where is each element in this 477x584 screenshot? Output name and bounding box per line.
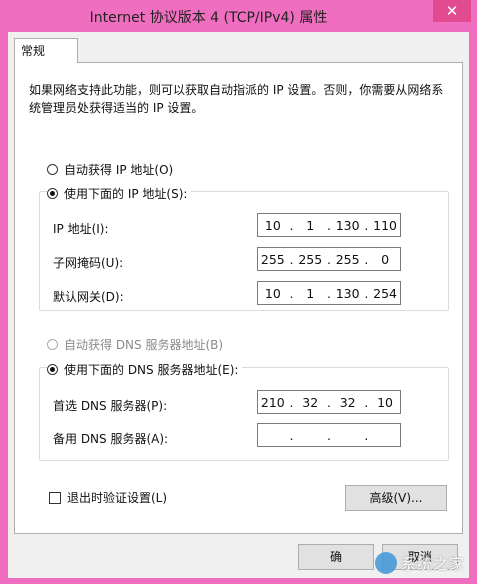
default-gateway-label: 默认网关(D): — [53, 290, 124, 304]
ip-address-input[interactable]: 10. 1. 130. 110 — [257, 213, 401, 237]
ip-octet: 130 — [335, 217, 360, 233]
radio-auto-dns-indicator[interactable] — [47, 339, 58, 350]
ip-octet: 32 — [302, 394, 319, 410]
octet-dot: . — [326, 217, 331, 233]
preferred-dns-input[interactable]: 210. 32. 32. 10 — [257, 390, 401, 414]
validate-on-exit-checkbox[interactable] — [49, 491, 61, 504]
ip-octet: 254 — [373, 285, 397, 301]
ip-octet: 255 — [298, 251, 323, 267]
window-title: Internet 协议版本 4 (TCP/IPv4) 属性 — [89, 10, 328, 26]
octet-dot: . — [326, 394, 331, 410]
tab-panel-general: 如果网络支持此功能，则可以获取自动指派的 IP 设置。否则，你需要从网络系统管理… — [14, 62, 463, 534]
octet-dot: . — [326, 427, 331, 443]
octet-dot: . — [364, 251, 369, 267]
ip-octet: 10 — [264, 285, 281, 301]
octet-dot: . — [364, 427, 369, 443]
close-icon: ✕ — [445, 2, 459, 20]
octet-dot: . — [289, 217, 294, 233]
watermark-icon — [374, 552, 397, 574]
octet-dot: . — [364, 217, 369, 233]
watermark-logo: 系统之家 — [374, 552, 465, 574]
radio-manual-ip-indicator[interactable] — [47, 188, 58, 199]
radio-auto-ip-label: 自动获得 IP 地址(O) — [64, 163, 174, 177]
octet-dot: . — [289, 394, 294, 410]
octet-dot: . — [289, 285, 294, 301]
radio-auto-dns-label: 自动获得 DNS 服务器地址(B) — [64, 338, 224, 352]
alternate-dns-label: 备用 DNS 服务器(A): — [53, 432, 169, 446]
ip-octet: 1 — [306, 217, 315, 233]
ok-button[interactable]: 确 — [298, 544, 374, 570]
ip-octet: 110 — [373, 217, 397, 233]
title-bar: Internet 协议版本 4 (TCP/IPv4) 属性 ✕ — [0, 0, 477, 32]
ip-octet: 1 — [306, 285, 315, 301]
close-button[interactable]: ✕ — [433, 0, 471, 22]
advanced-button[interactable]: 高级(V)... — [345, 485, 447, 511]
ip-octet: 0 — [381, 251, 390, 267]
radio-auto-ip[interactable]: 自动获得 IP 地址(O) — [47, 161, 178, 178]
ip-octet: 210 — [260, 394, 285, 410]
radio-manual-ip-label: 使用下面的 IP 地址(S): — [64, 187, 188, 201]
octet-dot: . — [289, 427, 294, 443]
radio-manual-dns-indicator[interactable] — [47, 364, 58, 375]
intro-text: 如果网络支持此功能，则可以获取自动指派的 IP 设置。否则，你需要从网络系统管理… — [29, 83, 444, 115]
octet-dot: . — [289, 251, 294, 267]
subnet-mask-input[interactable]: 255. 255. 255. 0 — [257, 247, 401, 271]
ip-octet: 10 — [264, 217, 281, 233]
ip-octet: 255 — [260, 251, 285, 267]
radio-manual-dns-label: 使用下面的 DNS 服务器地址(E): — [64, 363, 239, 377]
radio-manual-dns[interactable]: 使用下面的 DNS 服务器地址(E): — [47, 361, 243, 378]
tab-general[interactable]: 常规 — [14, 38, 78, 63]
alternate-dns-input[interactable]: . . . — [257, 423, 401, 447]
dialog-client: 常规 如果网络支持此功能，则可以获取自动指派的 IP 设置。否则，你需要从网络系… — [8, 32, 469, 578]
octet-dot: . — [326, 251, 331, 267]
ip-octet: 130 — [335, 285, 360, 301]
watermark-text: 系统之家 — [400, 554, 465, 573]
ip-octet: 255 — [335, 251, 360, 267]
validate-on-exit[interactable]: 退出时验证设置(L) — [49, 489, 167, 506]
validate-on-exit-label: 退出时验证设置(L) — [67, 491, 168, 505]
ip-octet: 10 — [377, 394, 394, 410]
octet-dot: . — [326, 285, 331, 301]
ip-octet: 32 — [339, 394, 356, 410]
octet-dot: . — [364, 285, 369, 301]
preferred-dns-label: 首选 DNS 服务器(P): — [53, 399, 168, 413]
default-gateway-input[interactable]: 10. 1. 130. 254 — [257, 281, 401, 305]
subnet-mask-label: 子网掩码(U): — [53, 256, 124, 270]
ip-address-label: IP 地址(I): — [53, 222, 109, 236]
radio-auto-dns[interactable]: 自动获得 DNS 服务器地址(B) — [47, 336, 228, 353]
radio-auto-ip-indicator[interactable] — [47, 164, 58, 175]
octet-dot: . — [364, 394, 369, 410]
radio-manual-ip[interactable]: 使用下面的 IP 地址(S): — [47, 185, 192, 202]
